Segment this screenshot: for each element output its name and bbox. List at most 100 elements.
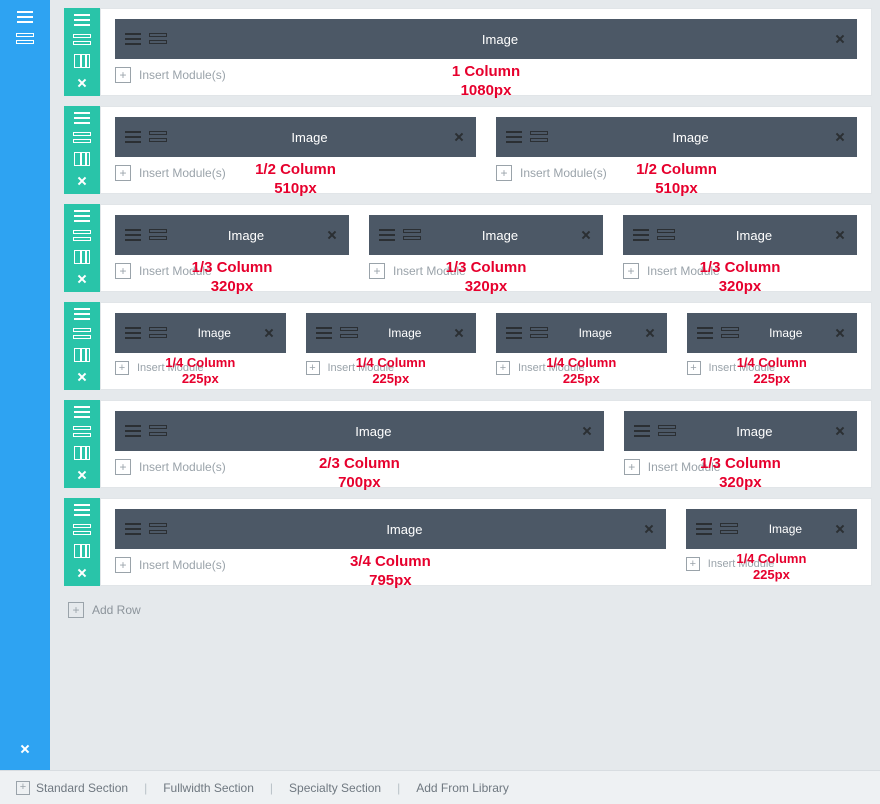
rows-icon[interactable] [149, 131, 167, 143]
hamburger-icon[interactable] [506, 327, 522, 339]
rows-icon[interactable] [73, 524, 91, 536]
rows-icon[interactable] [73, 230, 91, 242]
hamburger-icon[interactable] [125, 33, 141, 45]
module-image[interactable]: Image [115, 313, 286, 353]
insert-module[interactable]: + Insert Module(s) [115, 165, 476, 181]
columns-icon[interactable] [74, 152, 90, 166]
close-icon[interactable] [75, 566, 89, 580]
hamburger-icon[interactable] [74, 14, 90, 26]
rows-icon[interactable] [340, 327, 358, 339]
rows-icon[interactable] [149, 523, 167, 535]
insert-module[interactable]: + Insert Module [624, 459, 857, 475]
rows-icon[interactable] [721, 327, 739, 339]
close-icon[interactable] [833, 522, 847, 536]
module-image[interactable]: Image [115, 215, 349, 255]
close-icon[interactable] [452, 326, 466, 340]
footer-add-from-library[interactable]: Add From Library [412, 781, 513, 795]
close-icon[interactable] [75, 174, 89, 188]
rows-icon[interactable] [73, 132, 91, 144]
insert-module[interactable]: + Insert Module [687, 361, 858, 375]
close-icon[interactable] [833, 424, 847, 438]
module-image[interactable]: Image [369, 215, 603, 255]
hamburger-icon[interactable] [125, 131, 141, 143]
footer-fullwidth-section[interactable]: Fullwidth Section [159, 781, 258, 795]
rows-icon[interactable] [720, 523, 738, 535]
close-icon[interactable] [642, 522, 656, 536]
columns-icon[interactable] [74, 250, 90, 264]
insert-module[interactable]: + Insert Module [686, 557, 857, 571]
add-row-button[interactable]: + Add Row [64, 596, 872, 626]
rows-icon[interactable] [149, 229, 167, 241]
insert-module[interactable]: + Insert Module(s) [115, 459, 604, 475]
insert-module[interactable]: + Insert Module [623, 263, 857, 279]
insert-module[interactable]: + Insert Module [496, 361, 667, 375]
columns-icon[interactable] [74, 544, 90, 558]
rows-icon[interactable] [530, 327, 548, 339]
close-icon[interactable] [580, 424, 594, 438]
module-image[interactable]: Image [496, 117, 857, 157]
close-icon[interactable] [75, 76, 89, 90]
close-icon[interactable] [579, 228, 593, 242]
columns-icon[interactable] [74, 348, 90, 362]
hamburger-icon[interactable] [125, 523, 141, 535]
rows-icon[interactable] [530, 131, 548, 143]
close-icon[interactable] [833, 130, 847, 144]
rows-icon[interactable] [149, 33, 167, 45]
hamburger-icon[interactable] [316, 327, 332, 339]
hamburger-icon[interactable] [74, 210, 90, 222]
insert-module[interactable]: + Insert Module [115, 361, 286, 375]
close-icon[interactable] [833, 228, 847, 242]
close-icon[interactable] [75, 272, 89, 286]
module-image[interactable]: Image [115, 509, 666, 549]
rows-icon[interactable] [16, 33, 34, 45]
close-icon[interactable] [262, 326, 276, 340]
hamburger-icon[interactable] [74, 112, 90, 124]
footer-specialty-section[interactable]: Specialty Section [285, 781, 385, 795]
hamburger-icon[interactable] [74, 308, 90, 320]
rows-icon[interactable] [73, 328, 91, 340]
module-image[interactable]: Image [623, 215, 857, 255]
close-icon[interactable] [75, 370, 89, 384]
rows-icon[interactable] [73, 34, 91, 46]
columns-icon[interactable] [74, 446, 90, 460]
rows-icon[interactable] [657, 229, 675, 241]
module-image[interactable]: Image [115, 19, 857, 59]
hamburger-icon[interactable] [125, 327, 141, 339]
hamburger-icon[interactable] [74, 504, 90, 516]
hamburger-icon[interactable] [17, 11, 33, 23]
hamburger-icon[interactable] [125, 425, 141, 437]
rows-icon[interactable] [73, 426, 91, 438]
insert-module[interactable]: + Insert Module [306, 361, 477, 375]
close-icon[interactable] [18, 742, 32, 756]
close-icon[interactable] [833, 326, 847, 340]
module-image[interactable]: Image [306, 313, 477, 353]
module-image[interactable]: Image [686, 509, 857, 549]
rows-icon[interactable] [658, 425, 676, 437]
close-icon[interactable] [643, 326, 657, 340]
module-image[interactable]: Image [624, 411, 857, 451]
columns-icon[interactable] [74, 54, 90, 68]
module-image[interactable]: Image [115, 411, 604, 451]
module-image[interactable]: Image [496, 313, 667, 353]
close-icon[interactable] [325, 228, 339, 242]
close-icon[interactable] [833, 32, 847, 46]
module-image[interactable]: Image [687, 313, 858, 353]
close-icon[interactable] [452, 130, 466, 144]
hamburger-icon[interactable] [634, 425, 650, 437]
insert-module[interactable]: + Insert Module(s) [496, 165, 857, 181]
insert-module[interactable]: + Insert Module(s) [115, 67, 857, 83]
rows-icon[interactable] [149, 327, 167, 339]
close-icon[interactable] [75, 468, 89, 482]
hamburger-icon[interactable] [74, 406, 90, 418]
module-image[interactable]: Image [115, 117, 476, 157]
hamburger-icon[interactable] [506, 131, 522, 143]
hamburger-icon[interactable] [696, 523, 712, 535]
hamburger-icon[interactable] [697, 327, 713, 339]
hamburger-icon[interactable] [633, 229, 649, 241]
insert-module[interactable]: + Insert Module [369, 263, 603, 279]
rows-icon[interactable] [403, 229, 421, 241]
insert-module[interactable]: + Insert Module(s) [115, 557, 666, 573]
insert-module[interactable]: + Insert Module [115, 263, 349, 279]
rows-icon[interactable] [149, 425, 167, 437]
hamburger-icon[interactable] [379, 229, 395, 241]
